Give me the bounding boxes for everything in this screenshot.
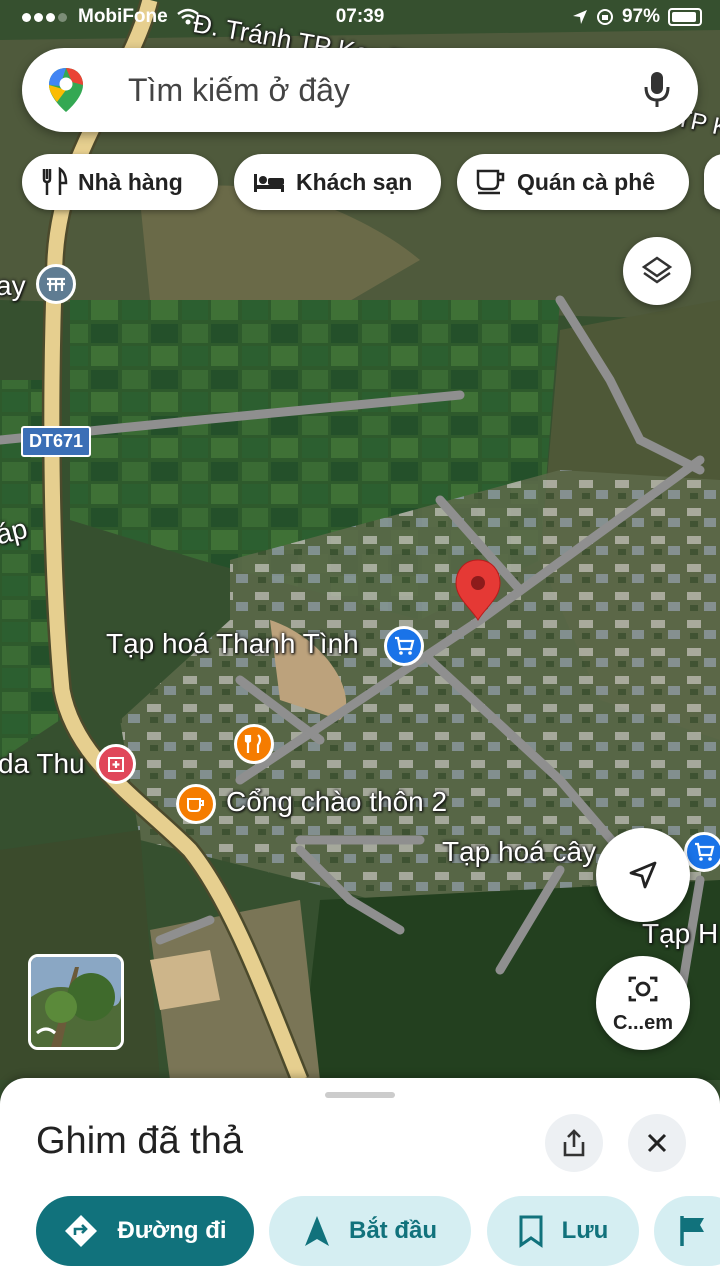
map-label-gate[interactable]: Cổng chào thôn 2 xyxy=(226,786,447,818)
flag-icon xyxy=(680,1216,704,1246)
save-button[interactable]: Lưu xyxy=(487,1196,639,1266)
drag-handle[interactable] xyxy=(325,1092,395,1098)
layers-button[interactable] xyxy=(623,237,691,305)
restaurant-icon xyxy=(42,167,68,195)
camera-icon xyxy=(628,976,658,1001)
search-bar[interactable]: Tìm kiếm ở đây xyxy=(22,48,698,132)
restaurant-poi-icon[interactable] xyxy=(234,724,274,764)
map-label-store-3[interactable]: Tạp H xyxy=(642,918,718,950)
directions-label: Đường đi xyxy=(117,1217,227,1244)
hotel-icon xyxy=(254,174,284,192)
directions-button[interactable]: Đường đi xyxy=(36,1196,254,1266)
map-label-store-2[interactable]: Tạp hoá cây xyxy=(442,836,596,868)
shopping-cart-poi-icon-2[interactable] xyxy=(684,832,720,872)
map-label-left-bottom: da Thu xyxy=(0,748,85,779)
layers-icon xyxy=(641,256,673,284)
street-view-photo xyxy=(31,957,121,1047)
close-button[interactable] xyxy=(628,1114,686,1172)
rotation-lock-icon xyxy=(596,9,613,25)
street-view-thumbnail[interactable] xyxy=(28,954,124,1050)
place-title: Ghim đã thả xyxy=(36,1120,243,1162)
share-button[interactable] xyxy=(545,1114,603,1172)
chip-label: Quán cà phê xyxy=(517,168,656,195)
location-arrow-icon xyxy=(572,10,587,24)
shopping-cart-poi-icon[interactable] xyxy=(384,626,424,666)
map-label-left-top: ay xyxy=(0,270,26,301)
camera-label: C...em xyxy=(612,1011,674,1034)
chip-hotels[interactable]: Khách sạn xyxy=(234,154,441,210)
start-button[interactable]: Bắt đầu xyxy=(269,1196,471,1266)
bookmark-icon xyxy=(519,1215,543,1248)
chip-cafes[interactable]: Quán cà phê xyxy=(457,154,689,210)
navigation-arrow-icon xyxy=(304,1216,329,1246)
navigation-arrow-icon xyxy=(629,861,657,889)
battery-percent: 97% xyxy=(621,6,660,27)
map-label-store-1[interactable]: Tạp hoá Thanh Tình xyxy=(106,628,359,660)
microphone-icon[interactable] xyxy=(642,70,672,110)
coffee-poi-icon[interactable] xyxy=(176,784,216,824)
directions-icon xyxy=(65,1215,98,1247)
chip-label: Nhà hàng xyxy=(78,168,183,195)
coffee-icon xyxy=(476,169,505,195)
road-badge: DT671 xyxy=(21,426,92,457)
save-label: Lưu xyxy=(561,1217,609,1244)
my-location-button[interactable] xyxy=(596,828,690,922)
start-label: Bắt đầu xyxy=(348,1217,437,1244)
chip-restaurants[interactable]: Nhà hàng xyxy=(22,154,218,210)
camera-search-button[interactable]: C...em xyxy=(596,956,690,1050)
hospital-poi-icon[interactable] xyxy=(96,744,136,784)
status-bar: MobiFone 07:39 97% xyxy=(0,0,720,36)
share-icon xyxy=(563,1129,585,1157)
google-maps-logo-icon xyxy=(49,68,83,112)
label-flag-button[interactable] xyxy=(654,1196,720,1266)
battery-icon xyxy=(668,8,702,26)
close-icon xyxy=(647,1133,667,1153)
place-bottom-sheet[interactable]: Ghim đã thả Đường đi Bắt đầu Lưu xyxy=(0,1078,720,1280)
search-input[interactable]: Tìm kiếm ở đây xyxy=(128,72,350,109)
bridge-poi-icon[interactable] xyxy=(36,264,76,304)
chip-label: Khách sạn xyxy=(296,168,413,195)
